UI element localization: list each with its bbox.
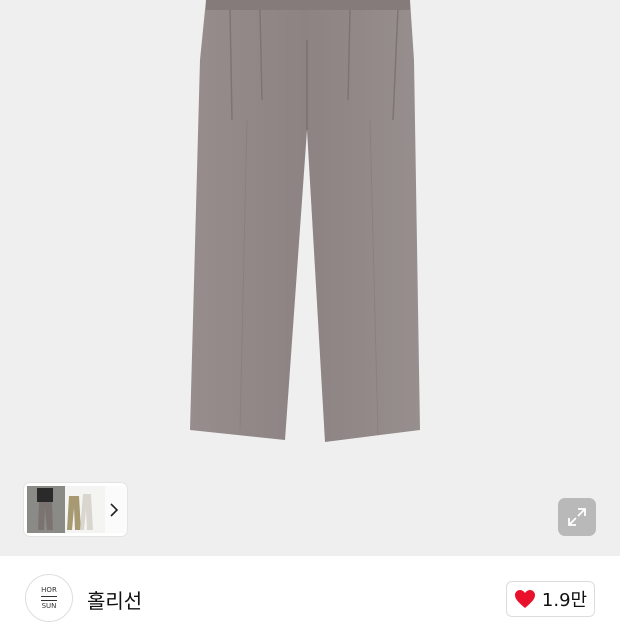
shop-name[interactable]: 홀리선 (87, 585, 142, 614)
shop-logo-top: HOR (41, 585, 57, 594)
chevron-right-icon (110, 503, 119, 517)
product-image-area (0, 0, 620, 556)
shop-logo-rule (41, 595, 57, 601)
product-image[interactable] (0, 0, 620, 556)
shop-logo[interactable]: HOR SUN (25, 574, 73, 622)
heart-icon (514, 590, 535, 608)
expand-button[interactable] (558, 498, 596, 536)
thumbnail-next-button[interactable] (104, 500, 124, 520)
like-count: 1.9만 (541, 590, 588, 611)
expand-icon (568, 508, 586, 526)
shop-logo-bottom: SUN (41, 601, 57, 610)
like-button[interactable]: 1.9만 (506, 581, 595, 617)
